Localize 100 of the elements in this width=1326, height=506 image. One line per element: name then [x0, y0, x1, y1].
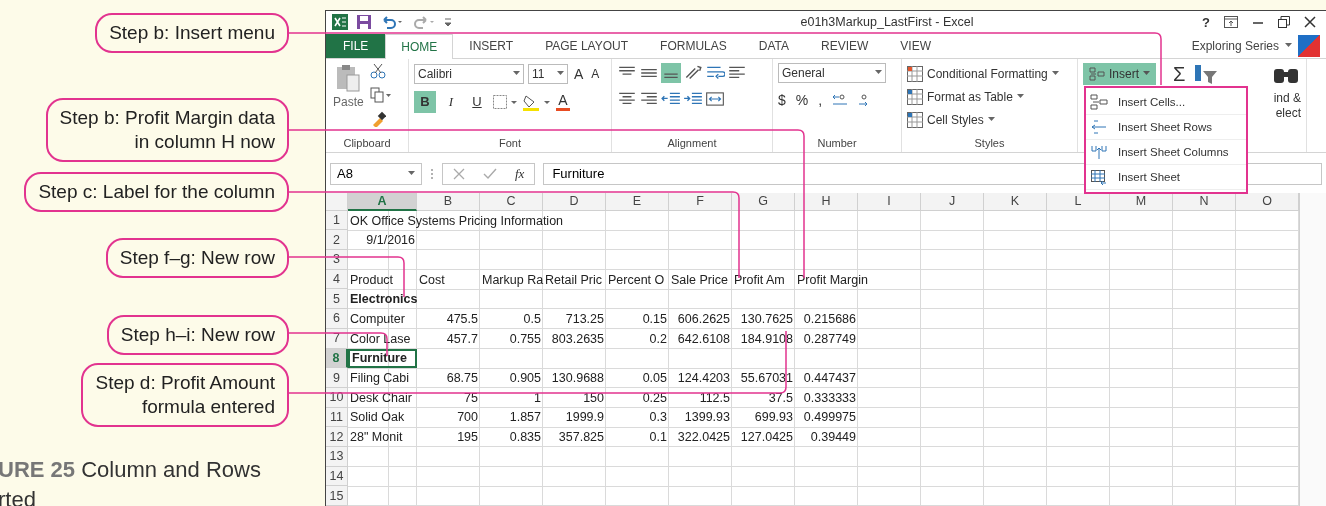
font-name-field[interactable]: Calibri [414, 63, 524, 84]
cell-text: 75 [464, 390, 478, 405]
insert-sheet-icon [1090, 169, 1108, 185]
dropdown-caret-icon [1143, 71, 1150, 77]
enter-check-icon[interactable] [483, 167, 497, 180]
dropdown-caret-icon[interactable] [513, 71, 520, 77]
row-header[interactable]: 2 [326, 230, 348, 251]
table-format-icon[interactable] [907, 88, 923, 105]
help-button[interactable]: ? [1202, 14, 1210, 30]
font-style-button[interactable]: B [414, 90, 436, 113]
cell-text: 28" Monit [350, 430, 403, 445]
menu-item[interactable]: Insert Sheet [1086, 165, 1246, 190]
ribbon-tab[interactable]: REVIEW [805, 33, 885, 58]
dropdown-caret-icon[interactable] [875, 70, 882, 76]
dropdown-caret-icon[interactable] [557, 71, 564, 77]
ribbon-tab[interactable]: PAGE LAYOUT [529, 33, 645, 58]
column-header[interactable]: G [732, 192, 795, 211]
row-header[interactable]: 6 [326, 309, 348, 329]
column-header[interactable]: K [984, 192, 1047, 211]
row-header[interactable]: 5 [326, 289, 348, 310]
column-header[interactable]: J [921, 192, 984, 211]
column-header[interactable]: I [858, 192, 921, 211]
menu-item[interactable]: Insert Sheet Columns [1086, 140, 1246, 165]
cell-text: 699.93 [754, 410, 793, 425]
row-header[interactable]: 14 [326, 466, 348, 487]
font-color-button[interactable]: A [556, 92, 570, 112]
ribbon-tab[interactable]: VIEW [884, 33, 947, 58]
cell-text: Product [350, 272, 394, 287]
group-label: Number [816, 135, 858, 151]
conditional-formatting-icon[interactable] [907, 65, 923, 82]
row-header[interactable]: 4 [326, 269, 348, 290]
undo-icon[interactable] [380, 14, 404, 31]
row-header[interactable]: 9 [326, 368, 348, 388]
row-header[interactable]: 11 [326, 407, 348, 428]
find-select-button[interactable]: elect [1275, 105, 1301, 121]
cell-text: 322.0425 [677, 430, 730, 445]
cell-text: Computer [350, 311, 405, 326]
copy-icon[interactable] [369, 86, 392, 103]
cell-text: Percent O [608, 272, 665, 287]
vertical-scrollbar[interactable] [1299, 192, 1326, 506]
account-name[interactable]: Exploring Series [1191, 38, 1279, 53]
column-header[interactable]: H [795, 192, 858, 211]
dropdown-caret-icon[interactable] [1285, 43, 1292, 49]
styles-menu-button[interactable]: Format as Table [927, 89, 1013, 104]
number-format-button[interactable]: , [818, 91, 823, 108]
dropdown-caret-icon[interactable] [408, 171, 415, 177]
callout-label: Step b: Profit Margin data in column H now [45, 98, 289, 162]
cell-styles-icon[interactable] [907, 111, 923, 128]
cell-text: 1399.93 [684, 410, 730, 425]
ribbon-display-icon[interactable] [1224, 16, 1238, 29]
styles-menu-button[interactable]: Cell Styles [927, 112, 984, 127]
align-bottom-icon[interactable] [661, 62, 681, 83]
ribbon-tab[interactable]: INSERT [453, 33, 530, 58]
paste-button[interactable]: Paste [331, 62, 366, 134]
dropdown-caret-icon[interactable] [1016, 94, 1024, 100]
cell-text: OK Office Systems Pricing Information [350, 213, 564, 228]
ribbon-tab[interactable]: HOME [385, 33, 454, 59]
dropdown-caret-icon[interactable] [1051, 71, 1059, 77]
number-format-button[interactable]: $ [778, 91, 786, 108]
find-select-button[interactable]: ind & [1273, 90, 1301, 106]
insert-function-button[interactable]: fx [515, 165, 525, 182]
ribbon-tab[interactable]: FILE [326, 33, 386, 58]
group-label: Clipboard [342, 135, 392, 151]
menu-item[interactable]: Insert Cells... [1086, 90, 1246, 115]
shrink-font-button[interactable]: A [589, 66, 602, 81]
insert-rows-icon [1090, 119, 1108, 135]
cell-text: 0.3 [649, 410, 667, 425]
ribbon-tab[interactable]: DATA [742, 33, 805, 58]
dropdown-caret-icon[interactable] [987, 117, 995, 123]
row-header[interactable]: 1 [326, 210, 348, 231]
styles-menu-button[interactable]: Conditional Formatting [927, 66, 1048, 81]
font-size-field[interactable]: 11 [528, 63, 568, 84]
callout-label: Step f–g: New row [105, 238, 289, 278]
row-header[interactable]: 8 [326, 348, 348, 369]
save-icon[interactable] [356, 14, 372, 31]
restore-icon[interactable] [1278, 16, 1290, 29]
grow-font-button[interactable]: A [572, 65, 586, 82]
row-header[interactable]: 15 [326, 486, 348, 506]
scissors-icon[interactable] [369, 62, 386, 79]
column-header[interactable]: O [1236, 192, 1299, 211]
insert-button[interactable]: Insert [1083, 62, 1156, 85]
customize-toolbar-icon[interactable] [444, 16, 452, 29]
row-header[interactable]: 12 [326, 427, 348, 447]
increase-decimal-icon[interactable] [832, 92, 849, 107]
column-header[interactable]: L [1047, 192, 1110, 211]
borders-icon[interactable] [492, 93, 518, 110]
font-style-button[interactable]: I [440, 90, 462, 113]
font-style-button[interactable]: U [466, 90, 488, 113]
row-header[interactable]: 13 [326, 446, 348, 467]
window-title: e01h3Markup_LastFirst - Excel [799, 15, 975, 30]
selected-cell[interactable]: Furniture [348, 348, 417, 369]
account-picture[interactable] [1298, 34, 1320, 57]
number-format-field[interactable]: General [778, 62, 886, 83]
cell-text: Desk Chair [350, 390, 412, 405]
name-box[interactable]: A8 [330, 162, 422, 185]
number-format-button[interactable]: % [795, 91, 809, 108]
menu-item[interactable]: Insert Sheet Rows [1086, 115, 1246, 140]
ribbon-tab[interactable]: FORMULAS [644, 33, 743, 58]
fill-color-icon[interactable] [522, 92, 552, 111]
close-icon[interactable] [1304, 16, 1316, 29]
